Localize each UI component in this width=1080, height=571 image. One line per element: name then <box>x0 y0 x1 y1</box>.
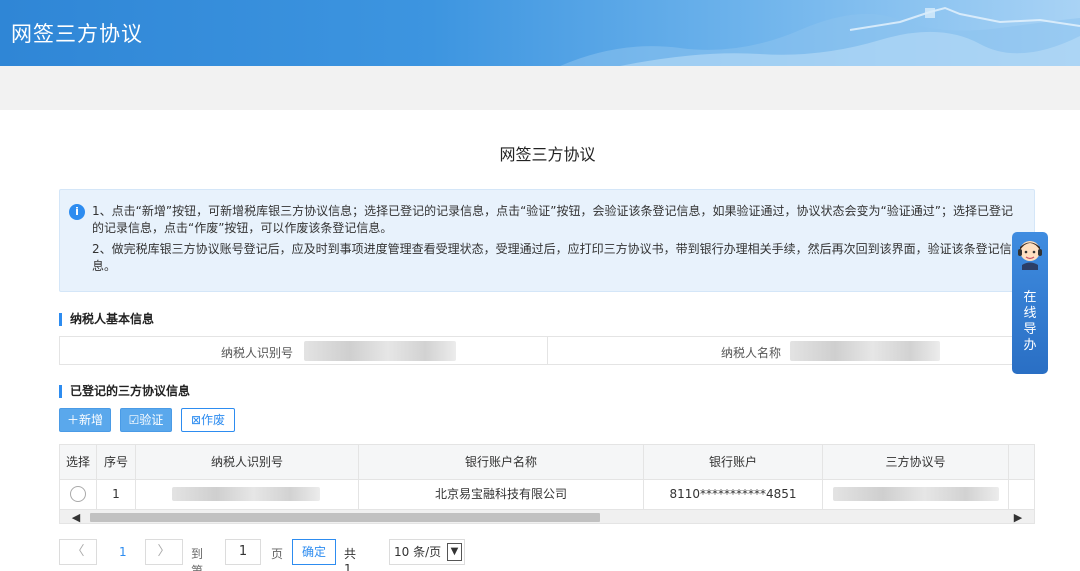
scroll-left-icon[interactable]: ◀ <box>68 510 84 523</box>
col-select: 选择 <box>60 445 97 480</box>
notice-line-1: 1、点击“新增”按钮，可新增税库银三方协议信息；选择已登记的记录信息，点击“验证… <box>92 204 1013 235</box>
table-row[interactable]: 1 北京易宝融科技有限公司 8110***********4851 <box>60 480 1034 509</box>
check-square-icon: ☑ <box>128 413 140 427</box>
add-button[interactable]: ＋新增 <box>59 408 111 432</box>
registered-table: 选择 序号 纳税人识别号 银行账户名称 银行账户 三方协议号 1 北京易宝融科技… <box>59 444 1035 524</box>
table-header: 选择 序号 纳税人识别号 银行账户名称 银行账户 三方协议号 <box>60 445 1034 480</box>
col-bank-account: 银行账户 <box>644 445 823 480</box>
main-content: 网签三方协议 i 1、点击“新增”按钮，可新增税库银三方协议信息；选择已登记的记… <box>0 110 1080 571</box>
row-taxpayer-id-redacted <box>172 487 320 501</box>
app-title: 网签三方协议 <box>11 22 143 46</box>
page-size-select[interactable]: 10 条/页 ▼ <box>389 539 465 565</box>
scroll-thumb[interactable] <box>90 513 600 522</box>
row-bank-account-name: 北京易宝融科技有限公司 <box>359 480 644 509</box>
prev-page-button[interactable]: 〈 <box>59 539 97 565</box>
row-bank-account: 8110***********4851 <box>644 480 823 509</box>
page-input[interactable]: 1 <box>225 539 261 565</box>
cross-square-icon: ⊠ <box>190 413 202 427</box>
total-count: 共 1 条 <box>344 547 357 571</box>
header-banner: 网签三方协议 <box>0 0 1080 66</box>
confirm-button[interactable]: 确定 <box>292 539 336 565</box>
section-title-basic: 纳税人基本信息 <box>59 313 154 326</box>
scroll-right-icon[interactable]: ▶ <box>1010 510 1026 523</box>
page-title: 网签三方协议 <box>499 145 596 164</box>
col-index: 序号 <box>97 445 136 480</box>
verify-button[interactable]: ☑验证 <box>120 408 172 432</box>
taxpayer-id-label: 纳税人识别号 <box>221 346 294 360</box>
horizontal-scrollbar[interactable]: ◀ ▶ <box>60 509 1034 523</box>
current-page[interactable]: 1 <box>119 545 127 559</box>
col-agreement-no: 三方协议号 <box>823 445 1009 480</box>
notice-line-2: 2、做完税库银三方协议账号登记后，应及时到事项进度管理查看受理状态，受理通过后，… <box>92 242 1012 273</box>
plus-icon: ＋ <box>66 413 79 427</box>
col-overflow <box>1009 445 1034 480</box>
basic-info-row: 纳税人识别号 纳税人名称 <box>59 336 1035 365</box>
notice-box: i 1、点击“新增”按钮，可新增税库银三方协议信息；选择已登记的记录信息，点击“… <box>59 189 1035 292</box>
online-guide-label: 在 线 导 办 <box>1023 290 1037 353</box>
info-icon: i <box>69 204 85 220</box>
col-taxpayer-id: 纳税人识别号 <box>136 445 359 480</box>
col-bank-account-name: 银行账户名称 <box>359 445 644 480</box>
row-index: 1 <box>97 480 136 509</box>
taxpayer-name-label: 纳税人名称 <box>721 346 782 360</box>
page-unit-label: 页 <box>271 547 284 561</box>
row-select-radio[interactable] <box>70 485 86 502</box>
goto-label: 到第 <box>191 547 204 571</box>
agent-avatar-icon <box>1018 241 1042 270</box>
toolbar-band <box>0 66 1080 110</box>
taxpayer-name-value-redacted <box>790 341 940 361</box>
void-button[interactable]: ⊠作废 <box>181 408 235 432</box>
taxpayer-id-value-redacted <box>304 341 456 361</box>
next-page-button[interactable]: 〉 <box>145 539 183 565</box>
chevron-down-icon: ▼ <box>447 543 462 561</box>
online-guide-widget[interactable]: 在 线 导 办 <box>1012 232 1048 374</box>
section-title-registered: 已登记的三方协议信息 <box>59 385 190 398</box>
row-agreement-no-redacted <box>833 487 999 501</box>
banner-decoration <box>560 6 1080 66</box>
